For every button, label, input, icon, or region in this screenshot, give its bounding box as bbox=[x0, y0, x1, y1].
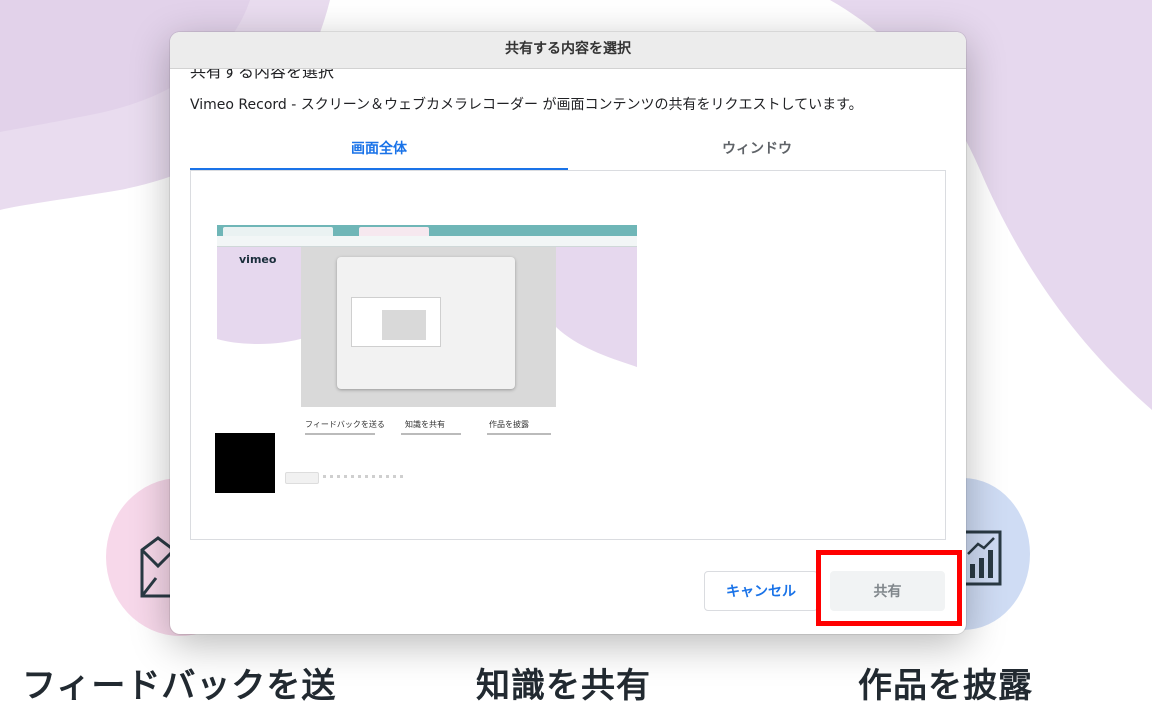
thumbnail-logo: vimeo bbox=[239, 253, 277, 266]
request-message: Vimeo Record - スクリーン＆ウェブカメラレコーダー が画面コンテン… bbox=[190, 97, 863, 113]
thumbnail-feature-showcase: 作品を披露 bbox=[489, 420, 529, 429]
thumbnail-inner-preview bbox=[351, 297, 441, 347]
thumbnail-browser-tabbar bbox=[217, 225, 637, 236]
tab-entire-screen[interactable]: 画面全体 bbox=[190, 132, 568, 171]
thumbnail-tab bbox=[223, 227, 333, 236]
thumbnail-urlbar bbox=[217, 236, 637, 247]
thumbnail-text-line bbox=[323, 475, 403, 478]
thumbnail-inner-overlay bbox=[382, 310, 426, 340]
thumbnail-page: vimeo フィードバックを送る 知識を共有 作品を披露 bbox=[217, 247, 637, 441]
webcam-preview bbox=[215, 433, 275, 493]
thumbnail-tab bbox=[359, 227, 429, 236]
thumbnail-text-line bbox=[305, 433, 375, 435]
dialog-titlebar: 共有する内容を選択 bbox=[170, 32, 966, 69]
feature-title-feedback: フィードバックを送 bbox=[22, 666, 337, 706]
feature-title-showcase: 作品を披露 bbox=[858, 666, 1033, 706]
thumbnail-text-line bbox=[401, 433, 461, 435]
tab-window[interactable]: ウィンドウ bbox=[568, 132, 946, 170]
chart-icon bbox=[962, 530, 1002, 586]
source-tabs: 画面全体 ウィンドウ bbox=[190, 132, 946, 171]
cancel-button[interactable]: キャンセル bbox=[704, 571, 818, 611]
thumbnail-feature-knowledge: 知識を共有 bbox=[405, 420, 445, 429]
preview-area: vimeo フィードバックを送る 知識を共有 作品を披露 bbox=[190, 170, 946, 540]
thumbnail-feature-feedback: フィードバックを送る bbox=[305, 420, 385, 429]
share-dialog: 共有する内容を選択 共有する内容を選択 Vimeo Record - スクリーン… bbox=[170, 32, 966, 634]
recording-controls bbox=[285, 472, 319, 484]
thumbnail-dialog bbox=[337, 257, 515, 389]
thumbnail-text-line bbox=[487, 433, 551, 435]
screen-thumbnail[interactable]: vimeo フィードバックを送る 知識を共有 作品を披露 bbox=[217, 225, 637, 441]
share-button[interactable]: 共有 bbox=[830, 571, 945, 611]
feature-title-knowledge: 知識を共有 bbox=[476, 666, 651, 706]
